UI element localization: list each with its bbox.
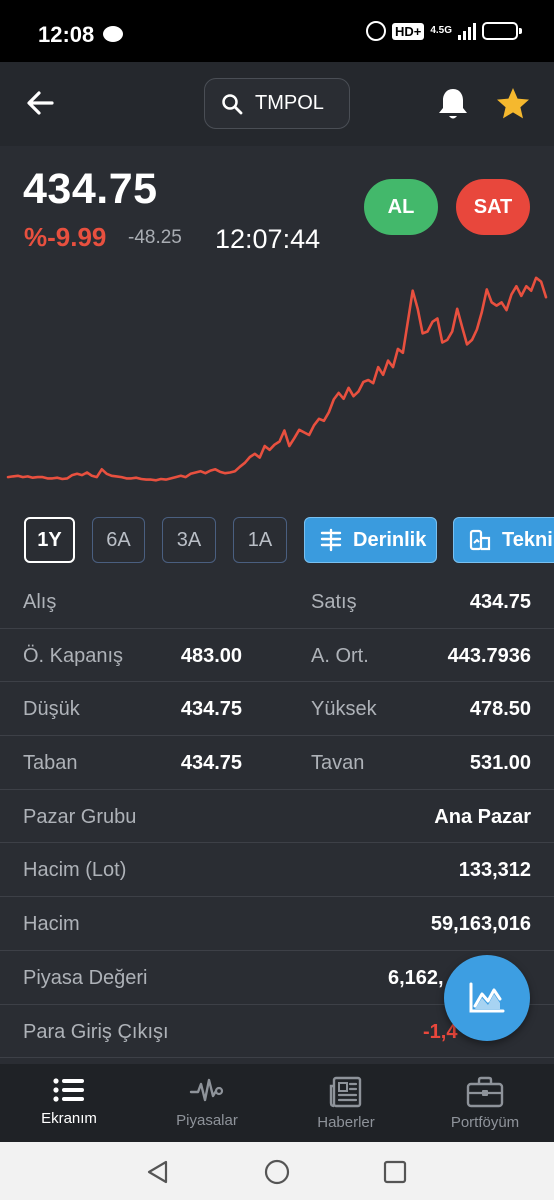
- technical-chart-icon: [469, 529, 491, 551]
- bid-label: Alış: [23, 591, 57, 613]
- weighted-avg-value: 443.7936: [447, 644, 531, 667]
- market-group-label: Pazar Grubu: [23, 805, 137, 828]
- status-time: 12:08: [38, 22, 95, 47]
- battery-icon: [482, 22, 522, 40]
- chat-notification-icon: [103, 26, 123, 42]
- range-1y-button[interactable]: 1Y: [24, 517, 75, 563]
- floor-label: Taban: [23, 752, 78, 775]
- star-icon[interactable]: [495, 86, 531, 122]
- price-line: [6, 276, 548, 482]
- change-percent: %-9.99: [24, 222, 107, 252]
- table-row: Düşük 434.75 Yüksek 478.50: [0, 682, 554, 737]
- bottom-navigation: Ekranım Piyasalar Haberler Portföyüm: [0, 1064, 554, 1142]
- ceiling-value: 531.00: [469, 752, 531, 775]
- volume-lot-label: Hacim (Lot): [23, 859, 127, 882]
- depth-button[interactable]: Derinlik: [304, 517, 437, 563]
- ask-value: 434.75: [469, 591, 531, 613]
- range-3a-button[interactable]: 3A: [162, 517, 216, 563]
- chart-range-bar: 1Y 6A 3A 1A Derinlik Teknik: [0, 517, 554, 563]
- low-value: 434.75: [180, 698, 242, 721]
- system-back-icon[interactable]: [144, 1158, 172, 1186]
- back-arrow-icon[interactable]: [24, 86, 58, 120]
- chart-fab-button[interactable]: [444, 955, 530, 1041]
- bell-icon[interactable]: [436, 86, 470, 122]
- signal-icon: [458, 22, 476, 40]
- symbol-search-box[interactable]: TMPOL: [204, 78, 350, 129]
- nav-label: Portföyüm: [450, 1114, 520, 1131]
- technical-label: Teknik: [502, 528, 554, 551]
- high-label: Yüksek: [311, 698, 377, 721]
- nav-haberler[interactable]: Haberler: [277, 1064, 415, 1142]
- list-icon: [53, 1078, 84, 1102]
- weighted-avg-label: A. Ort.: [311, 644, 369, 667]
- system-recents-icon[interactable]: [381, 1158, 409, 1186]
- buy-button[interactable]: AL: [364, 179, 438, 235]
- status-icons: HD+ 4.5G: [365, 21, 522, 41]
- system-navigation-bar: [0, 1142, 554, 1200]
- depth-label: Derinlik: [353, 528, 427, 551]
- newspaper-icon: [329, 1076, 362, 1108]
- high-value: 478.50: [469, 698, 531, 721]
- line-chart-icon: [469, 982, 505, 1013]
- search-icon: [222, 93, 243, 114]
- system-home-icon[interactable]: [263, 1158, 291, 1186]
- nav-label: Haberler: [317, 1114, 375, 1131]
- table-row: Alış Satış 434.75: [0, 575, 554, 629]
- money-flow-label: Para Giriş Çıkışı: [23, 1020, 169, 1043]
- table-row: Pazar Grubu Ana Pazar: [0, 790, 554, 844]
- symbol-text: TMPOL: [255, 92, 324, 114]
- alarm-icon: [365, 21, 386, 41]
- status-bar: 12:08 HD+ 4.5G: [0, 0, 554, 62]
- ask-label: Satış: [311, 591, 357, 613]
- table-row: Hacim (Lot) 133,312: [0, 843, 554, 898]
- price-chart[interactable]: [0, 270, 554, 490]
- range-6a-button[interactable]: 6A: [92, 517, 145, 563]
- volume-label: Hacim: [23, 913, 80, 936]
- volume-value: 59,163,016: [430, 913, 531, 936]
- table-row: Ö. Kapanış 483.00 A. Ort. 443.7936: [0, 629, 554, 683]
- ceiling-label: Tavan: [311, 752, 365, 775]
- volume-lot-value: 133,312: [458, 859, 531, 882]
- prev-close-value: 483.00: [180, 644, 242, 667]
- network-label: 4.5G: [430, 25, 452, 36]
- low-label: Düşük: [23, 698, 80, 721]
- market-cap-label: Piyasa Değeri: [23, 966, 148, 989]
- nav-portfoyum[interactable]: Portföyüm: [416, 1064, 554, 1142]
- pulse-icon: [189, 1078, 224, 1102]
- nav-label: Piyasalar: [176, 1112, 238, 1129]
- quote-time: 12:07:44: [215, 224, 321, 254]
- market-group-value: Ana Pazar: [434, 805, 531, 828]
- last-price: 434.75: [23, 165, 158, 213]
- nav-ekranim[interactable]: Ekranım: [0, 1064, 138, 1142]
- prev-close-label: Ö. Kapanış: [23, 644, 124, 667]
- table-row: Taban 434.75 Tavan 531.00: [0, 736, 554, 790]
- sell-button[interactable]: SAT: [456, 179, 530, 235]
- hd-badge: HD+: [391, 22, 425, 40]
- table-row: Hacim 59,163,016: [0, 897, 554, 951]
- change-absolute: -48.25: [128, 227, 182, 248]
- market-cap-value: 6,162,: [388, 966, 444, 989]
- technical-button[interactable]: Teknik: [453, 517, 554, 563]
- nav-label: Ekranım: [41, 1110, 97, 1127]
- top-bar: TMPOL: [0, 62, 554, 146]
- range-1a-button[interactable]: 1A: [233, 517, 287, 563]
- nav-piyasalar[interactable]: Piyasalar: [138, 1064, 276, 1142]
- briefcase-icon: [466, 1076, 504, 1108]
- depth-icon: [320, 528, 342, 552]
- floor-value: 434.75: [180, 752, 242, 775]
